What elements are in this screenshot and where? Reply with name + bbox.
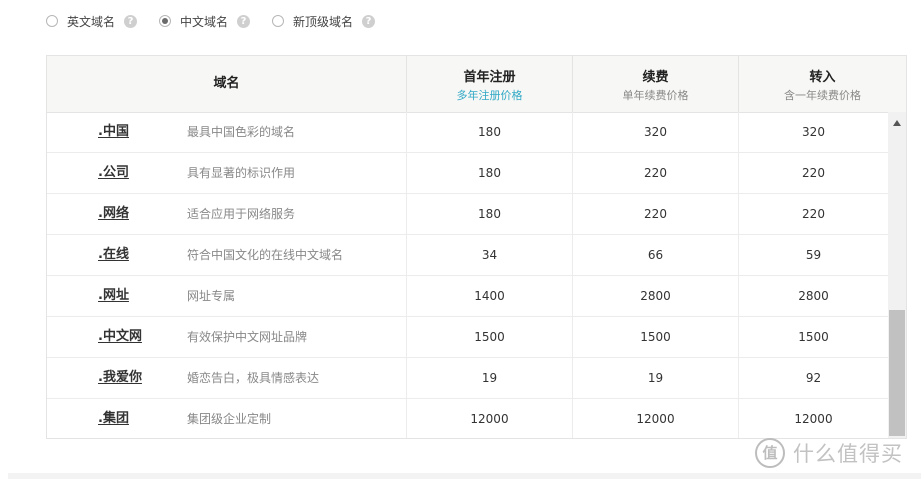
- radio-button-chinese[interactable]: [159, 15, 172, 27]
- first-year-price: 19: [407, 358, 573, 398]
- radio-new-tld-domain[interactable]: 新顶级域名 ?: [272, 13, 376, 30]
- domain-link[interactable]: .网络: [98, 194, 129, 234]
- header-transfer-sub: 含一年续费价格: [784, 89, 861, 102]
- first-year-price: 180: [407, 194, 573, 234]
- domain-cell: .集团 集团级企业定制: [47, 399, 407, 438]
- header-domain-title: 域名: [213, 76, 240, 91]
- domain-type-radio-group: 英文域名 ? 中文域名 ? 新顶级域名 ?: [46, 11, 397, 31]
- watermark: 值 什么值得买: [755, 436, 903, 470]
- domain-cell: .公司 具有显著的标识作用: [47, 153, 407, 193]
- radio-label-new-tld[interactable]: 新顶级域名: [293, 13, 353, 30]
- transfer-price: 320: [802, 125, 825, 139]
- help-icon[interactable]: ?: [124, 14, 138, 28]
- renew-price: 66: [573, 235, 739, 275]
- domain-description: 网址专属: [187, 289, 236, 303]
- first-year-price: 1400: [407, 276, 573, 316]
- transfer-price: 12000: [794, 412, 833, 426]
- domain-description: 有效保护中文网址品牌: [187, 330, 308, 344]
- header-domain: 域名: [47, 56, 407, 112]
- transfer-price: 2800: [798, 289, 829, 303]
- domain-cell: .网络 适合应用于网络服务: [47, 194, 407, 234]
- radio-button-english[interactable]: [46, 15, 58, 27]
- table-row: .网址 网址专属 1400 2800 2800: [47, 276, 888, 317]
- scroll-up-arrow-icon[interactable]: [893, 120, 901, 126]
- domain-description: 最具中国色彩的域名: [187, 125, 296, 139]
- domain-link[interactable]: .中文网: [98, 317, 142, 357]
- table-row: .网络 适合应用于网络服务 180 220 220: [47, 194, 888, 235]
- header-renew: 续费 单年续费价格: [573, 56, 739, 112]
- renew-price: 2800: [573, 276, 739, 316]
- renew-price: 12000: [573, 399, 739, 438]
- domain-description: 婚恋告白，极具情感表达: [187, 371, 320, 385]
- domain-description: 适合应用于网络服务: [187, 207, 296, 221]
- header-transfer: 转入 含一年续费价格: [739, 56, 906, 112]
- renew-price: 220: [573, 194, 739, 234]
- renew-price: 19: [573, 358, 739, 398]
- renew-price: 220: [573, 153, 739, 193]
- domain-cell: .中国 最具中国色彩的域名: [47, 112, 407, 152]
- first-year-price: 34: [407, 235, 573, 275]
- domain-description: 符合中国文化的在线中文域名: [187, 248, 344, 262]
- header-first-year: 首年注册 多年注册价格: [407, 56, 573, 112]
- table-row: .公司 具有显著的标识作用 180 220 220: [47, 153, 888, 194]
- domain-cell: .中文网 有效保护中文网址品牌: [47, 317, 407, 357]
- table-row: .在线 符合中国文化的在线中文域名 34 66 59: [47, 235, 888, 276]
- help-icon[interactable]: ?: [362, 14, 376, 28]
- domain-link[interactable]: .集团: [98, 399, 129, 438]
- first-year-price: 1500: [407, 317, 573, 357]
- domain-link[interactable]: .公司: [98, 153, 129, 193]
- table-row: .集团 集团级企业定制 12000 12000 12000: [47, 399, 888, 438]
- radio-label-english[interactable]: 英文域名: [67, 13, 115, 30]
- radio-label-chinese[interactable]: 中文域名: [180, 13, 228, 30]
- table-row: .中国 最具中国色彩的域名 180 320 320: [47, 112, 888, 153]
- table-scrollbar[interactable]: [888, 112, 906, 438]
- transfer-price: 1500: [798, 330, 829, 344]
- transfer-price: 59: [805, 248, 822, 262]
- domain-cell: .我爱你 婚恋告白，极具情感表达: [47, 358, 407, 398]
- header-transfer-title: 转入: [809, 70, 836, 85]
- first-year-price: 12000: [407, 399, 573, 438]
- renew-price: 1500: [573, 317, 739, 357]
- domain-price-table: 域名 首年注册 多年注册价格 续费 单年续费价格 转入 含一年续费价格 .中国 …: [46, 55, 907, 439]
- table-row: .我爱你 婚恋告白，极具情感表达 19 19 92: [47, 358, 888, 399]
- header-first-year-sub[interactable]: 多年注册价格: [407, 89, 572, 103]
- domain-link[interactable]: .我爱你: [98, 358, 142, 398]
- help-icon[interactable]: ?: [237, 14, 251, 28]
- domain-description: 具有显著的标识作用: [187, 166, 296, 180]
- domain-cell: .网址 网址专属: [47, 276, 407, 316]
- domain-description: 集团级企业定制: [187, 412, 272, 426]
- domain-link[interactable]: .网址: [98, 276, 129, 316]
- header-renew-sub: 单年续费价格: [622, 89, 689, 102]
- domain-cell: .在线 符合中国文化的在线中文域名: [47, 235, 407, 275]
- header-renew-title: 续费: [642, 70, 669, 85]
- watermark-logo-icon: 值: [755, 438, 785, 468]
- first-year-price: 180: [407, 153, 573, 193]
- table-body: .中国 最具中国色彩的域名 180 320 320 .公司 具有显著的标识作用 …: [47, 112, 888, 438]
- radio-button-new-tld[interactable]: [272, 15, 285, 27]
- header-first-year-title: 首年注册: [463, 70, 516, 85]
- table-row: .中文网 有效保护中文网址品牌 1500 1500 1500: [47, 317, 888, 358]
- renew-price: 320: [573, 112, 739, 152]
- table-header: 域名 首年注册 多年注册价格 续费 单年续费价格 转入 含一年续费价格: [47, 56, 906, 113]
- domain-link[interactable]: .中国: [98, 112, 129, 152]
- transfer-price: 220: [802, 207, 825, 221]
- domain-link[interactable]: .在线: [98, 235, 129, 275]
- scroll-thumb[interactable]: [889, 310, 905, 436]
- watermark-text: 什么值得买: [793, 442, 903, 466]
- first-year-price: 180: [407, 112, 573, 152]
- radio-english-domain[interactable]: 英文域名 ?: [46, 13, 138, 30]
- transfer-price: 220: [802, 166, 825, 180]
- bottom-divider: [8, 473, 921, 479]
- radio-chinese-domain[interactable]: 中文域名 ?: [159, 13, 251, 30]
- transfer-price: 92: [805, 371, 822, 385]
